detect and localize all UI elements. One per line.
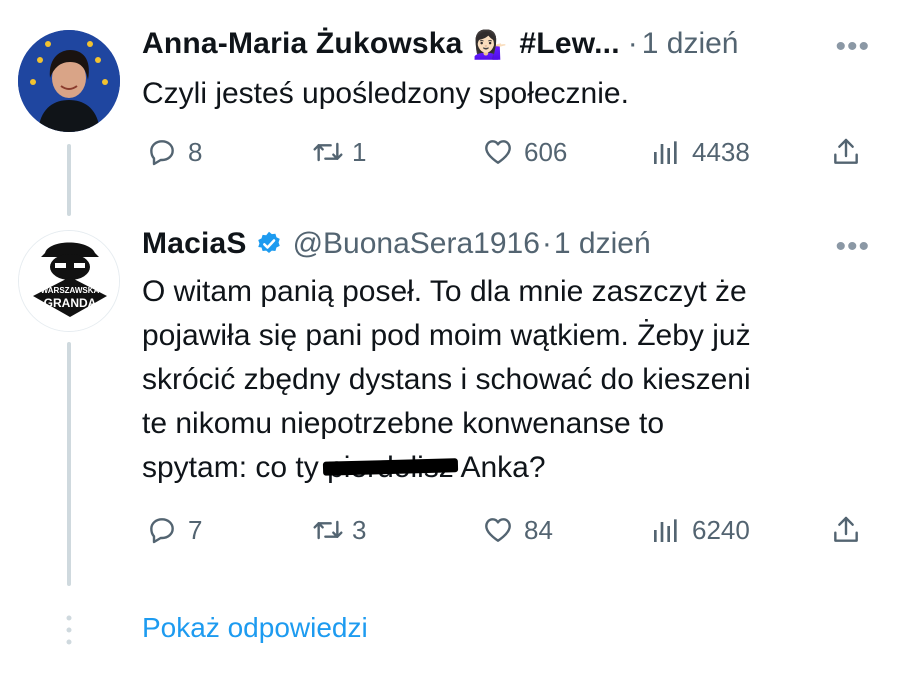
tweet-text: O witam panią poseł. To dla mnie zaszczy… bbox=[142, 270, 882, 490]
tweet-1[interactable]: Anna-Maria Żukowska 💁🏻‍♀️ #Lew... · 1 dz… bbox=[0, 0, 900, 230]
emoji-icon: 💁🏻‍♀️ bbox=[472, 28, 508, 60]
heart-icon bbox=[485, 140, 511, 164]
avatar-macias-image: WARSZAWSKA GRANDA bbox=[19, 231, 119, 331]
retweet-button[interactable]: 3 bbox=[310, 510, 366, 550]
avatar-anna-image bbox=[18, 30, 120, 132]
views-icon bbox=[654, 141, 677, 164]
retweet-icon bbox=[313, 142, 343, 162]
reply-icon bbox=[150, 518, 174, 544]
author-handle[interactable]: @BuonaSera1916 bbox=[293, 227, 540, 261]
views-button[interactable]: 4438 bbox=[650, 132, 750, 172]
heart-icon bbox=[485, 518, 511, 542]
avatar-anna[interactable] bbox=[18, 30, 120, 132]
tweet-time[interactable]: 1 dzień bbox=[642, 27, 739, 61]
thread-line-2 bbox=[67, 342, 71, 586]
more-options-icon[interactable]: ••• bbox=[835, 230, 870, 264]
like-count: 606 bbox=[524, 136, 568, 167]
tweet-2-actions: 7 3 84 6240 bbox=[142, 510, 866, 550]
tweet-text: Czyli jesteś upośledzony społecznie. bbox=[142, 77, 629, 110]
reply-button[interactable]: 7 bbox=[146, 510, 202, 550]
tweet-text-prefix: spytam: co ty bbox=[142, 451, 328, 484]
share-icon bbox=[834, 516, 858, 542]
reply-count: 7 bbox=[188, 514, 203, 545]
share-button[interactable] bbox=[830, 132, 862, 172]
thread-line-1 bbox=[67, 144, 71, 216]
thread-continuation-icon bbox=[64, 614, 74, 651]
author-hashtag[interactable]: #Lew... bbox=[519, 27, 619, 61]
retweet-count: 1 bbox=[352, 136, 367, 167]
show-replies-link[interactable]: Pokaż odpowiedzi bbox=[142, 612, 368, 644]
redacted-word: pierdolisz bbox=[327, 446, 454, 490]
views-count: 4438 bbox=[692, 136, 750, 167]
tweet-2[interactable]: WARSZAWSKA GRANDA MaciaS @BuonaSera1916 … bbox=[0, 227, 900, 600]
verified-badge-icon bbox=[255, 230, 283, 258]
tweet-text-line: O witam panią poseł. To dla mnie zaszczy… bbox=[142, 275, 747, 308]
avatar-text-top: WARSZAWSKA bbox=[41, 286, 100, 295]
tweet-text-line: spytam: co ty pierdolisz Anka? bbox=[142, 446, 882, 490]
views-button[interactable]: 6240 bbox=[650, 510, 750, 550]
tweet-2-header: MaciaS @BuonaSera1916 · 1 dzień bbox=[142, 224, 651, 264]
author-name[interactable]: MaciaS bbox=[142, 227, 247, 261]
tweet-text-line: pojawiła się pani pod moim wątkiem. Żeby… bbox=[142, 319, 751, 352]
separator-dot: · bbox=[541, 227, 552, 260]
retweet-button[interactable]: 1 bbox=[310, 132, 366, 172]
reply-icon bbox=[150, 140, 174, 166]
tweet-text-suffix: Anka? bbox=[453, 451, 546, 484]
retweet-icon bbox=[313, 520, 343, 540]
reply-button[interactable]: 8 bbox=[146, 132, 202, 172]
avatar-text-bottom: GRANDA bbox=[44, 296, 97, 310]
tweet-text-line: skrócić zbędny dystans i schować do kies… bbox=[142, 363, 751, 396]
more-options-icon[interactable]: ••• bbox=[835, 30, 870, 64]
reply-count: 8 bbox=[188, 136, 203, 167]
like-count: 84 bbox=[524, 514, 553, 545]
separator-dot: · bbox=[627, 27, 638, 60]
like-button[interactable]: 606 bbox=[482, 132, 567, 172]
share-icon bbox=[834, 138, 858, 164]
tweet-1-header: Anna-Maria Żukowska 💁🏻‍♀️ #Lew... · 1 dz… bbox=[142, 24, 739, 64]
author-name[interactable]: Anna-Maria Żukowska bbox=[142, 27, 463, 61]
tweet-1-actions: 8 1 606 4438 bbox=[142, 132, 866, 172]
views-icon bbox=[654, 519, 677, 542]
retweet-count: 3 bbox=[352, 514, 367, 545]
like-button[interactable]: 84 bbox=[482, 510, 553, 550]
share-button[interactable] bbox=[830, 510, 862, 550]
tweet-text-line: te nikomu niepotrzebne konwenanse to bbox=[142, 407, 665, 440]
views-count: 6240 bbox=[692, 514, 750, 545]
avatar-macias[interactable]: WARSZAWSKA GRANDA bbox=[18, 230, 120, 332]
tweet-time[interactable]: 1 dzień bbox=[554, 227, 651, 261]
